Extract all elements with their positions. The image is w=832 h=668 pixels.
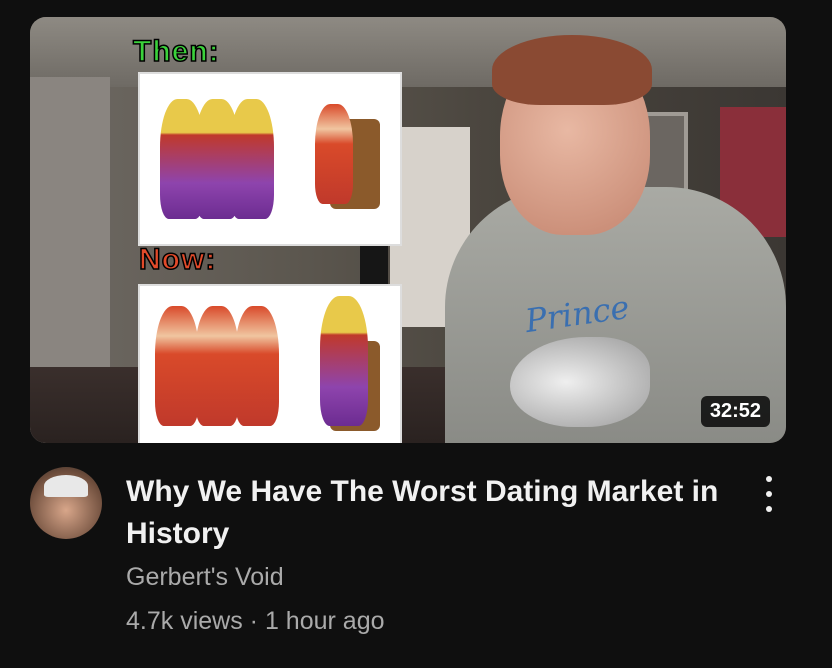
jester-figure	[315, 104, 353, 204]
jester-figure	[155, 306, 199, 426]
kebab-dot	[766, 476, 772, 482]
video-metadata: 4.7k views · 1 hour ago	[126, 607, 385, 636]
more-vert-icon[interactable]	[757, 476, 781, 512]
video-title-line: History	[126, 517, 230, 550]
duration-badge: 32:52	[700, 396, 770, 427]
avatar-cap	[44, 475, 88, 497]
meta-separator: ·	[249, 607, 258, 635]
queen-figure	[320, 296, 368, 426]
video-thumbnail[interactable]: Prince Then: Now: 32:52	[30, 17, 786, 443]
thumbnail-label-then: Then:	[132, 34, 220, 69]
upload-time: 1 hour ago	[264, 607, 385, 635]
thumbnail-label-now: Now:	[138, 242, 217, 277]
thumbnail-panel-then	[138, 72, 402, 246]
kebab-dot	[766, 491, 772, 497]
jester-figure	[235, 306, 279, 426]
channel-avatar[interactable]	[30, 467, 102, 539]
jester-figure	[195, 306, 239, 426]
thumbnail-panel-now	[138, 284, 402, 443]
queen-figure	[230, 99, 274, 219]
thumbnail-person-hair	[492, 35, 652, 105]
video-title-line: Why We Have The Worst Dating Market in	[126, 475, 719, 508]
view-count: 4.7k views	[126, 607, 243, 635]
video-title[interactable]: Why We Have The Worst Dating Market in H…	[126, 471, 736, 555]
channel-name[interactable]: Gerbert's Void	[126, 563, 284, 592]
kebab-dot	[766, 506, 772, 512]
